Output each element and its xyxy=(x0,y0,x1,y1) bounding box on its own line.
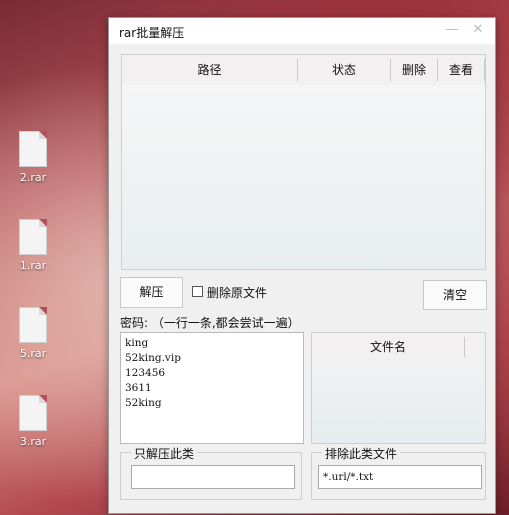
exclude-filter-legend: 排除此类文件 xyxy=(322,445,401,462)
window-title: rar批量解压 xyxy=(119,26,185,40)
column-header-delete[interactable]: 删除 xyxy=(391,55,437,85)
close-button[interactable]: ✕ xyxy=(469,21,487,39)
clear-button[interactable]: 清空 xyxy=(423,280,487,310)
file-icon xyxy=(19,395,47,431)
include-filter-input[interactable] xyxy=(131,465,295,489)
desktop-file-label: 2.rar xyxy=(19,171,47,184)
file-icon xyxy=(19,307,47,343)
column-header-filename[interactable]: 文件名 xyxy=(312,333,464,361)
column-header-view[interactable]: 查看 xyxy=(438,55,484,85)
column-divider[interactable] xyxy=(464,337,465,357)
desktop-file-3rar[interactable]: 3.rar xyxy=(8,395,58,448)
include-filter-group: 只解压此类 xyxy=(120,445,302,500)
password-label: 密码: （一行一条,都会尝试一遍） xyxy=(120,316,300,330)
exclude-filter-input[interactable]: *.url/*.txt xyxy=(318,465,482,489)
password-line: 52king.vip xyxy=(125,352,181,364)
file-icon xyxy=(19,131,47,167)
exclude-filter-group: 排除此类文件 *.url/*.txt xyxy=(311,445,486,500)
desktop-file-1rar[interactable]: 1.rar xyxy=(8,219,58,272)
desktop-file-label: 1.rar xyxy=(19,259,47,272)
password-line: 52king xyxy=(125,397,162,409)
minimize-button[interactable]: — xyxy=(443,21,461,39)
delete-original-checkbox[interactable] xyxy=(192,286,203,297)
password-line: 123456 xyxy=(125,367,166,379)
file-icon xyxy=(19,219,47,255)
password-line: king xyxy=(125,337,149,349)
column-header-path[interactable]: 路径 xyxy=(122,55,297,85)
desktop-file-label: 5.rar xyxy=(19,347,47,360)
title-bar[interactable]: rar批量解压 — ✕ xyxy=(109,18,495,44)
desktop-file-label: 3.rar xyxy=(19,435,47,448)
column-header-status[interactable]: 状态 xyxy=(298,55,390,85)
extract-button[interactable]: 解压 xyxy=(120,277,183,308)
filename-list[interactable]: 文件名 xyxy=(311,332,486,444)
desktop-file-2rar[interactable]: 2.rar xyxy=(8,131,58,184)
password-line: 3611 xyxy=(125,382,152,394)
archive-list[interactable]: 路径 状态 删除 查看 xyxy=(121,54,486,270)
desktop-file-5rar[interactable]: 5.rar xyxy=(8,307,58,360)
include-filter-legend: 只解压此类 xyxy=(131,445,198,462)
column-divider[interactable] xyxy=(484,59,485,81)
list-header: 路径 状态 删除 查看 xyxy=(122,55,485,85)
password-textarea[interactable]: king 52king.vip 123456 3611 52king xyxy=(120,332,304,444)
filename-list-header: 文件名 xyxy=(312,333,485,361)
delete-original-label[interactable]: 删除原文件 xyxy=(207,284,267,301)
app-window: rar批量解压 — ✕ 路径 状态 删除 查看 解压 删除原文件 清空 密码: … xyxy=(108,17,496,514)
